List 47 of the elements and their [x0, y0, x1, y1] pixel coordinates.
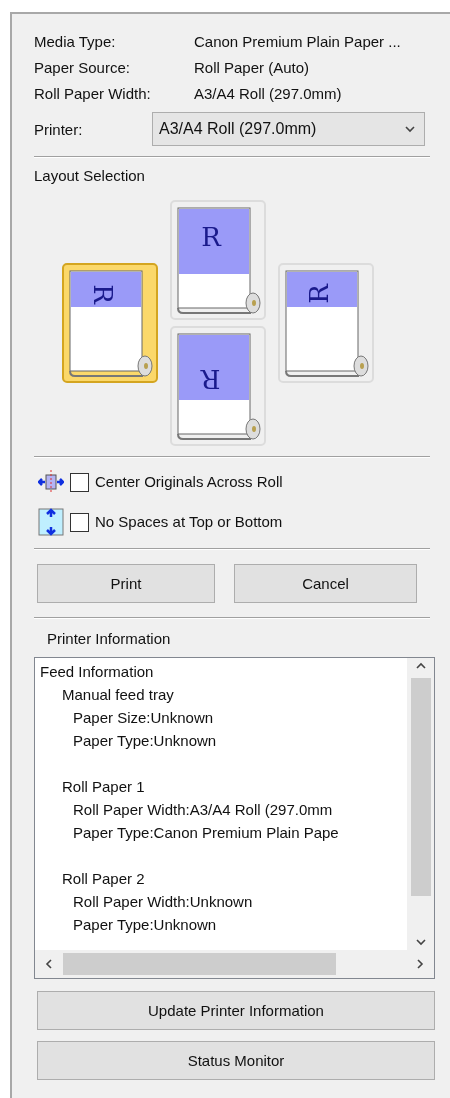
setting-value: Roll Paper (Auto): [194, 58, 311, 78]
tree-item[interactable]: Feed Information: [40, 660, 407, 683]
scrollbar-thumb[interactable]: [410, 678, 431, 896]
tree-item[interactable]: Roll Paper 2: [62, 867, 407, 890]
setting-value: A3/A4 Roll (297.0mm): [194, 84, 343, 104]
tree-item[interactable]: Paper Type:Canon Premium Plain Pape: [73, 821, 407, 844]
setting-label: Paper Source:: [34, 58, 131, 78]
tree-item[interactable]: Paper Type:Unknown: [73, 729, 407, 752]
horizontal-scrollbar[interactable]: [35, 950, 434, 978]
setting-label: Roll Paper Width:: [34, 84, 152, 104]
paper-roll-icon: [175, 205, 261, 315]
tree-item[interactable]: Paper Type:Unknown: [73, 913, 407, 936]
setting-label: Media Type:: [34, 32, 117, 52]
setting-value: Canon Premium Plain Paper ...: [194, 32, 402, 52]
tree-item[interactable]: Roll Paper Width:A3/A4 Roll (297.0mm: [73, 798, 407, 821]
tree-item[interactable]: Roll Paper Width:Unknown: [73, 890, 407, 913]
section-title: Layout Selection: [34, 166, 146, 186]
paper-roll-icon: [175, 331, 261, 441]
vertical-scrollbar[interactable]: [407, 658, 434, 950]
paper-roll-icon: [283, 268, 369, 378]
paper-roll-icon: [67, 268, 153, 378]
scrollbar-thumb[interactable]: [63, 953, 336, 975]
layout-option[interactable]: R: [62, 263, 158, 383]
section-title: Printer Information: [47, 629, 172, 649]
chevron-left-icon[interactable]: [43, 958, 55, 970]
checkbox-label[interactable]: No Spaces at Top or Bottom: [95, 512, 283, 532]
layout-option[interactable]: R: [278, 263, 374, 383]
checkbox-label[interactable]: Center Originals Across Roll: [95, 472, 283, 492]
layout-option[interactable]: R: [170, 326, 266, 446]
printer-dropdown[interactable]: A3/A4 Roll (297.0mm): [152, 112, 425, 146]
chevron-down-icon[interactable]: [414, 936, 427, 948]
cancel-button[interactable]: Cancel: [234, 564, 417, 603]
print-button[interactable]: Print: [37, 564, 215, 603]
chevron-right-icon[interactable]: [414, 958, 426, 970]
printer-label: Printer:: [34, 120, 84, 138]
chevron-down-icon[interactable]: [404, 123, 416, 135]
layout-option[interactable]: R: [170, 200, 266, 320]
checkbox[interactable]: [70, 512, 89, 532]
vertical-fit-icon: [38, 508, 64, 536]
info-list-box[interactable]: [34, 657, 435, 979]
center-arrows-icon: [38, 470, 64, 494]
update-button[interactable]: Update Printer Information: [37, 991, 435, 1030]
status-monitor-button[interactable]: Status Monitor: [37, 1041, 435, 1080]
tree-item[interactable]: Manual feed tray: [62, 683, 407, 706]
tree-item[interactable]: Roll Paper 1: [62, 775, 407, 798]
tree-item[interactable]: Paper Size:Unknown: [73, 706, 407, 729]
checkbox[interactable]: [70, 472, 89, 492]
